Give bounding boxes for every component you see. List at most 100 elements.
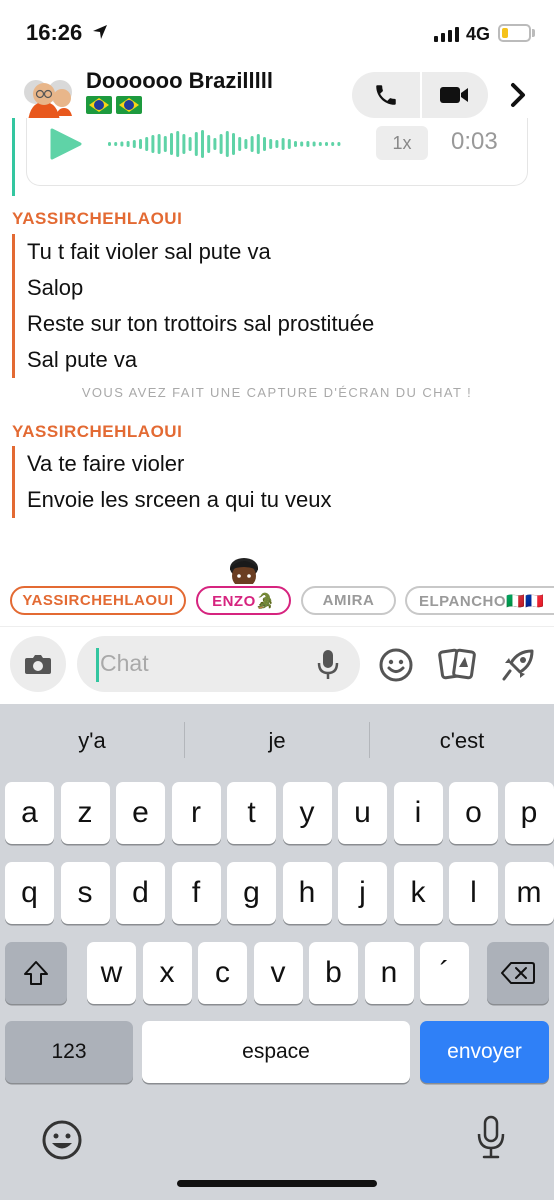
waveform-bar — [170, 133, 173, 155]
waveform-bar — [238, 137, 242, 151]
message-text[interactable]: Envoie les srceen a qui tu veux — [27, 482, 332, 518]
letter-key[interactable]: p — [504, 782, 554, 844]
message-group: Tu t fait violer sal pute va Salop Reste… — [12, 234, 374, 378]
waveform-bar — [194, 132, 198, 156]
shift-key[interactable] — [5, 942, 67, 1004]
suggestion-item[interactable]: y'a — [0, 728, 184, 754]
text-caret — [96, 648, 99, 682]
letter-key[interactable]: b — [309, 942, 358, 1004]
waveform-bar — [120, 141, 124, 147]
waveform-bar — [300, 141, 304, 147]
participant-chip[interactable]: YASSIRCHEHLAOUI — [10, 586, 186, 615]
dictation-mic-icon[interactable] — [476, 1114, 506, 1160]
letter-key[interactable]: w — [87, 942, 136, 1004]
letter-key[interactable]: c — [198, 942, 247, 1004]
waveform-bar — [325, 142, 328, 146]
waveform-bar — [263, 137, 266, 151]
emoji-keyboard-icon[interactable] — [40, 1118, 84, 1162]
waveform-bar — [219, 134, 223, 154]
video-call-button[interactable] — [420, 72, 488, 118]
participant-chip[interactable]: ELPANCHO🇮🇹🇫🇷 — [405, 586, 554, 615]
waveform-bar — [294, 141, 297, 147]
letter-key[interactable]: a — [5, 782, 54, 844]
waveform-bar — [318, 142, 322, 146]
status-bar: 16:26 4G — [0, 0, 554, 66]
message-text[interactable]: Reste sur ton trottoirs sal prostituée — [27, 306, 374, 342]
audio-duration: 0:03 — [451, 128, 498, 155]
waveform-bar — [269, 139, 273, 149]
waveform-bar — [145, 137, 149, 151]
letter-key[interactable]: h — [282, 862, 332, 924]
letter-key[interactable]: u — [338, 782, 387, 844]
message-text[interactable]: Sal pute va — [27, 342, 374, 378]
letter-key[interactable]: s — [60, 862, 110, 924]
letter-key[interactable]: z — [60, 782, 110, 844]
audio-waveform — [108, 130, 341, 158]
waveform-bar — [337, 142, 341, 146]
camera-button[interactable] — [10, 636, 66, 692]
letter-key[interactable]: v — [253, 942, 303, 1004]
waveform-bar — [306, 141, 310, 147]
waveform-bar — [331, 142, 335, 146]
suggestion-item[interactable]: je — [185, 728, 369, 754]
waveform-bar — [213, 138, 217, 150]
letter-key[interactable]: n — [364, 942, 414, 1004]
message-text[interactable]: Va te faire violer — [27, 446, 332, 482]
waveform-bar — [207, 135, 211, 153]
home-indicator — [177, 1180, 377, 1187]
numbers-key[interactable]: 123 — [5, 1021, 133, 1083]
sticker-cards-icon[interactable] — [438, 645, 478, 683]
letter-key[interactable]: i — [393, 782, 443, 844]
group-avatar[interactable] — [20, 72, 76, 122]
letter-key[interactable]: d — [116, 862, 165, 924]
waveform-bar — [201, 130, 204, 158]
space-key[interactable]: espace — [142, 1021, 410, 1083]
letter-key[interactable]: ´ — [420, 942, 469, 1004]
waveform-bar — [225, 131, 229, 157]
letter-key[interactable]: x — [142, 942, 192, 1004]
backspace-icon — [501, 962, 535, 984]
waveform-bar — [232, 133, 235, 155]
screenshot-notice: VOUS AVEZ FAIT UNE CAPTURE D'ÉCRAN DU CH… — [81, 385, 473, 400]
letter-key[interactable]: m — [504, 862, 554, 924]
letter-key[interactable]: g — [227, 862, 276, 924]
rocket-icon[interactable] — [498, 645, 538, 685]
waveform-bar — [244, 139, 248, 149]
status-time: 16:26 — [26, 20, 83, 45]
message-text[interactable]: Tu t fait violer sal pute va — [27, 234, 374, 270]
participant-chip[interactable]: ENZO🐊 — [196, 586, 291, 615]
waveform-bar — [176, 131, 180, 157]
network-type: 4G — [466, 24, 491, 44]
waveform-bar — [250, 136, 254, 152]
waveform-bar — [287, 139, 291, 149]
letter-key[interactable]: f — [171, 862, 221, 924]
chevron-right-icon[interactable] — [508, 82, 528, 108]
letter-key[interactable]: q — [5, 862, 54, 924]
play-icon[interactable] — [48, 128, 82, 160]
smiley-icon[interactable] — [378, 647, 414, 683]
suggestion-item[interactable]: c'est — [370, 728, 554, 754]
letter-key[interactable]: t — [227, 782, 276, 844]
chat-input-placeholder: Chat — [100, 650, 149, 676]
letter-key[interactable]: o — [449, 782, 498, 844]
letter-key[interactable]: k — [393, 862, 443, 924]
battery-icon — [498, 24, 531, 42]
video-camera-icon — [440, 87, 468, 103]
message-text[interactable]: Salop — [27, 270, 374, 306]
letter-key[interactable]: l — [449, 862, 498, 924]
letter-key[interactable]: r — [171, 782, 221, 844]
voice-call-button[interactable] — [352, 72, 420, 118]
backspace-key[interactable] — [487, 942, 549, 1004]
playback-speed-button[interactable]: 1x — [376, 126, 428, 160]
letter-key[interactable]: j — [338, 862, 387, 924]
letter-key[interactable]: e — [116, 782, 165, 844]
audio-message-bar — [12, 118, 15, 196]
waveform-bar — [151, 135, 155, 153]
participant-chip[interactable]: AMIRA — [301, 586, 396, 615]
send-key[interactable]: envoyer — [420, 1021, 549, 1083]
letter-key[interactable]: y — [282, 782, 332, 844]
location-arrow-icon — [93, 25, 107, 39]
microphone-icon[interactable] — [316, 648, 340, 682]
chat-title[interactable]: Doooooo Brazilllll — [86, 68, 273, 94]
message-group: Va te faire violer Envoie les srceen a q… — [12, 446, 332, 518]
